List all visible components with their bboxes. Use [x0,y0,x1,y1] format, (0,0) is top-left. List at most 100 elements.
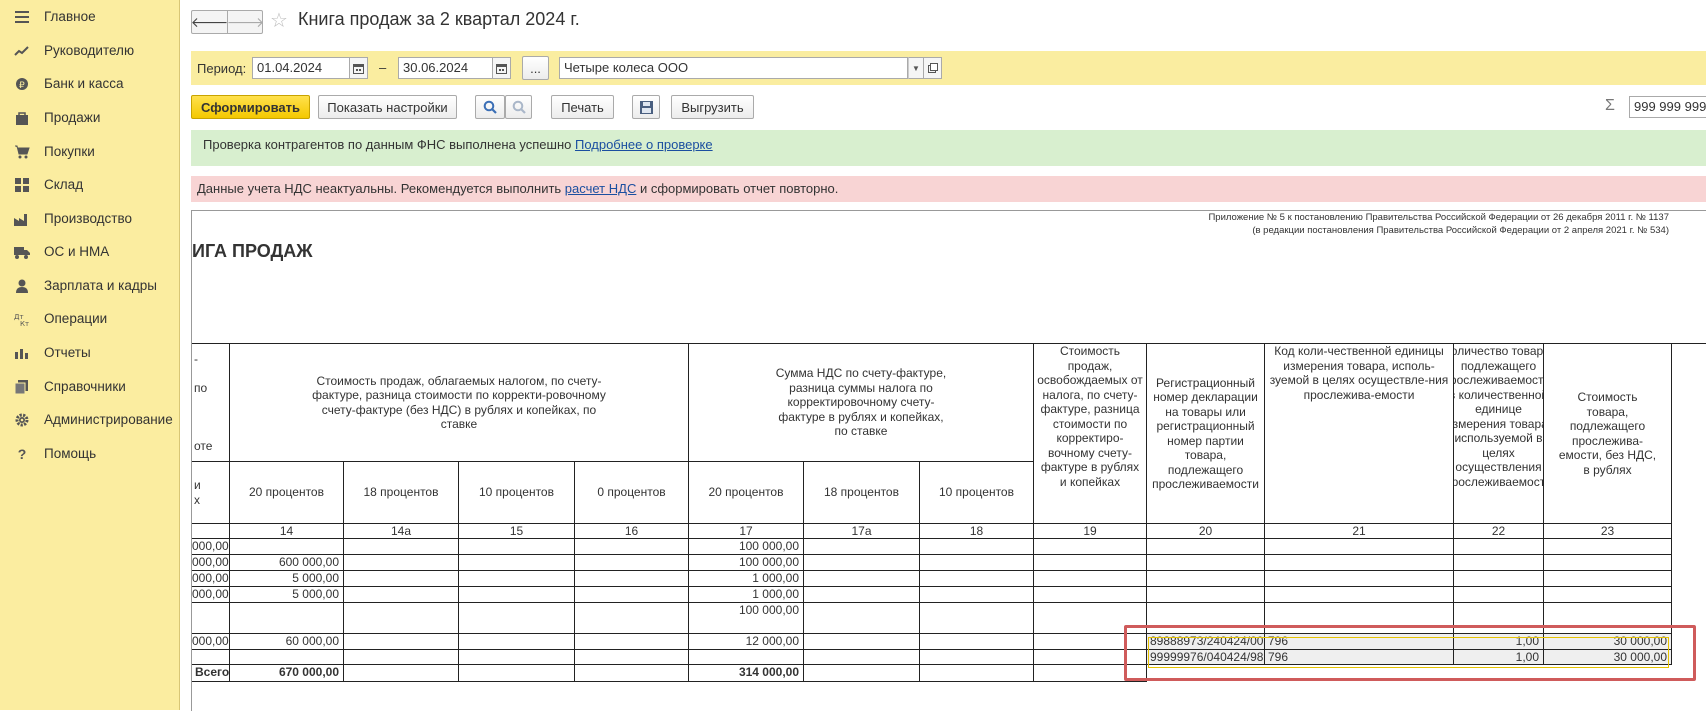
table-cell: 99999976/040424/9898922/987 [1147,650,1265,665]
fns-check-message: Проверка контрагентов по данным ФНС выпо… [191,130,1706,166]
coin-icon: ₽ [14,76,30,92]
favorite-star-icon[interactable]: ☆ [270,8,288,33]
table-cell [804,555,920,571]
sidebar-item-bank[interactable]: ₽ Банк и касса [0,70,179,98]
export-button[interactable]: Выгрузить [671,95,754,119]
organization-input[interactable]: Четыре колеса ООО [559,57,908,79]
sidebar-item-salary[interactable]: Зарплата и кадры [0,272,179,300]
table-cell [1034,650,1147,665]
dt-kt-icon: Дт Кт [14,311,30,327]
floppy-disk-icon [639,100,653,114]
sidebar-item-purchases[interactable]: Покупки [0,138,179,166]
sidebar-item-production[interactable]: Производство [0,205,179,233]
sidebar-item-catalogs[interactable]: Справочники [0,373,179,401]
period-to-input[interactable]: 30.06.2024 [398,57,493,79]
table-cell [804,603,920,634]
fns-check-text: Проверка контрагентов по данным ФНС выпо… [203,137,575,152]
factory-icon [14,211,30,227]
search-cancel-icon [512,100,526,114]
column-number-cell: 14 [230,524,344,539]
table-cell [1544,571,1672,587]
page-title: Книга продаж за 2 квартал 2024 г. [298,9,580,29]
report-annex: Приложение № 5 к постановлению Правитель… [1208,211,1669,237]
arrow-right-icon: 🡒 [226,13,265,30]
header-cell: Стоимость товара, подлежащего прослежива… [1544,344,1672,524]
column-number-cell: 22 [1454,524,1544,539]
vat-warning-message: Данные учета НДС неактуальны. Рекомендуе… [191,176,1706,202]
table-cell: 100 000,00 [689,539,804,555]
open-window-icon [927,63,938,73]
organization-open-button[interactable] [924,57,942,79]
svg-text:₽: ₽ [19,81,25,91]
table-cell [1544,539,1672,555]
calendar-icon [353,63,364,74]
warehouse-icon [14,177,30,193]
table-cell [459,555,575,571]
sidebar-item-operations[interactable]: Дт Кт Операции [0,305,179,333]
column-number-cell: 15 [459,524,575,539]
table-cell [920,555,1034,571]
table-cell [1265,555,1454,571]
search-button[interactable] [475,95,505,119]
check-details-link[interactable]: Подробнее о проверке [575,137,713,152]
cancel-search-button[interactable] [505,95,532,119]
table-cell: 30 000,00 [1544,634,1672,650]
sidebar-item-assets[interactable]: ОС и НМА [0,238,179,266]
column-number-cell: 16 [575,524,689,539]
gear-icon [14,412,30,428]
sidebar-item-sales[interactable]: Продажи [0,104,179,132]
table-cell [230,603,344,634]
sum-field[interactable]: 999 999 999 [1629,96,1706,118]
sidebar-item-label: Главное [44,9,96,24]
period-select-button[interactable]: ... [522,56,549,80]
calendar-from-button[interactable] [350,57,368,79]
sidebar-item-label: Зарплата и кадры [44,278,157,293]
total-cell [804,665,920,682]
table-cell [192,603,230,634]
save-button[interactable] [632,95,660,119]
table-cell [344,603,459,634]
sidebar-item-reports[interactable]: Отчеты [0,339,179,367]
print-button[interactable]: Печать [551,95,614,119]
table-cell: 600 000,00 [230,555,344,571]
table-cell: 30 000,00 [1544,650,1672,665]
table-cell [920,634,1034,650]
organization-dropdown-button[interactable]: ▼ [908,57,924,79]
table-cell [1454,571,1544,587]
bar-chart-icon [14,345,30,361]
sidebar-item-warehouse[interactable]: Склад [0,171,179,199]
sidebar-item-admin[interactable]: Администрирование [0,406,179,434]
column-number-cell: 19 [1034,524,1147,539]
search-icon [483,100,497,114]
table-cell: 12 000,00 [689,634,804,650]
column-number-cell: 14а [344,524,459,539]
table-cell: 89888973/240424/0090909/876 [1147,634,1265,650]
back-button[interactable]: 🡐 [191,11,229,33]
period-from-input[interactable]: 01.04.2024 [252,57,350,79]
sidebar-item-label: Операции [44,311,108,326]
sidebar-item-label: Справочники [44,379,126,394]
period-label: Период: [197,61,247,76]
table-cell [459,634,575,650]
table-cell [804,571,920,587]
sidebar-item-help[interactable]: ? Помощь [0,440,179,468]
generate-button[interactable]: Сформировать [191,95,310,119]
sidebar-item-main[interactable]: Главное [0,3,179,31]
calendar-to-button[interactable] [493,57,511,79]
table-cell [344,650,459,665]
table-cell [920,587,1034,603]
sidebar-item-manager[interactable]: Руководителю [0,37,179,65]
column-number-cell [192,524,230,539]
table-cell: 796 [1265,650,1454,665]
table-cell [920,571,1034,587]
report-sheet[interactable]: Приложение № 5 к постановлению Правитель… [191,210,1706,711]
vat-calc-link[interactable]: расчет НДС [565,181,637,196]
sidebar-item-label: Администрирование [44,412,173,427]
table-cell [459,650,575,665]
table-cell: 000,00 [192,539,230,555]
forward-button[interactable]: 🡒 [226,11,265,33]
header-cell: Регистрационный номер декларации на това… [1147,344,1265,524]
table-cell [1034,555,1147,571]
table-cell [344,634,459,650]
show-settings-button[interactable]: Показать настройки [318,95,457,119]
